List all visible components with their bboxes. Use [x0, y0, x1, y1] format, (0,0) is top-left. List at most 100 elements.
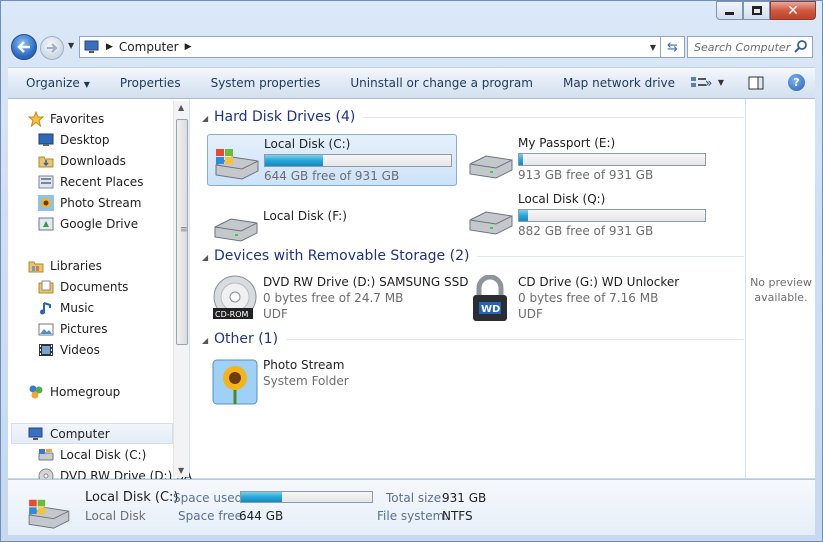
no-preview-text: No preview available. [750, 276, 812, 304]
nav-desktop[interactable]: Desktop [38, 129, 110, 150]
svg-text:WD: WD [481, 304, 500, 315]
close-icon: ✕ [787, 2, 799, 19]
collapse-hard-disks-icon[interactable]: ◢ [202, 114, 208, 123]
group-header-other[interactable]: Other (1) [214, 331, 744, 347]
nav-local-disk-c[interactable]: Local Disk (C:) [38, 444, 146, 465]
back-button[interactable] [11, 34, 37, 60]
address-history-dropdown[interactable]: ▼ [650, 43, 656, 52]
minimize-icon [725, 12, 734, 15]
photo-stream-type: System Folder [263, 374, 349, 388]
group-other-label: Other (1) [214, 331, 279, 347]
map-network-drive-button[interactable]: Map network drive [548, 76, 690, 90]
nav-downloads[interactable]: Downloads [38, 150, 126, 171]
nav-desktop-label: Desktop [60, 132, 110, 147]
details-file-system-label: File system: [377, 509, 449, 523]
hard-drive-icon [38, 447, 54, 463]
organize-button[interactable]: Organize ▼ [8, 76, 105, 90]
preview-pane-icon[interactable] [748, 76, 764, 90]
nav-computer[interactable]: Computer [11, 423, 173, 444]
nav-homegroup[interactable]: Homegroup [28, 381, 120, 402]
drive-f-name: Local Disk (F:) [263, 209, 347, 223]
nav-documents-label: Documents [60, 279, 129, 294]
search-icon[interactable] [794, 39, 808, 53]
item-photo-stream[interactable]: Photo Stream System Folder [207, 356, 457, 412]
nav-pictures[interactable]: Pictures [38, 318, 108, 339]
nav-favorites[interactable]: Favorites [28, 108, 104, 129]
nav-libraries-label: Libraries [50, 258, 102, 273]
cd-rom-icon: CD-ROM [213, 275, 257, 319]
nav-music[interactable]: Music [38, 297, 94, 318]
nav-recent-places[interactable]: Recent Places [38, 171, 143, 192]
address-bar[interactable]: ▶ Computer ▶ ▼ [79, 36, 661, 58]
refresh-button[interactable]: ⇆ [661, 36, 685, 58]
drive-cd-g[interactable]: WD CD Drive (G:) WD Unlocker 0 bytes fre… [462, 273, 712, 329]
organize-label: Organize [26, 76, 80, 90]
close-button[interactable]: ✕ [770, 1, 816, 20]
breadcrumb-computer[interactable]: Computer [119, 40, 179, 54]
hard-drive-icon [469, 155, 513, 179]
breadcrumb-separator-icon[interactable]: ▶ [106, 42, 113, 52]
details-drive-type: Local Disk [85, 509, 146, 523]
minimize-button[interactable] [716, 1, 743, 20]
group-header-hard-disks[interactable]: Hard Disk Drives (4) [214, 109, 744, 125]
film-strip-icon [38, 342, 54, 358]
search-box[interactable] [687, 36, 813, 58]
navigation-pane: Favorites Desktop Downloads Recent Place… [8, 99, 192, 483]
help-button[interactable]: ? [788, 74, 805, 91]
drive-my-passport-e[interactable]: My Passport (E:) 913 GB free of 931 GB [462, 134, 712, 186]
details-usage-bar [240, 491, 373, 503]
drive-d-name: DVD RW Drive (D:) SAMSUNG SSD [263, 275, 469, 289]
maximize-button[interactable] [743, 1, 770, 20]
properties-button[interactable]: Properties [105, 76, 196, 90]
group-removable-label: Devices with Removable Storage (2) [214, 248, 470, 264]
desktop-icon [38, 132, 54, 148]
details-space-free-value: 644 GB [239, 509, 284, 523]
recent-pages-dropdown[interactable]: ▼ [68, 41, 74, 50]
drive-q-name: Local Disk (Q:) [518, 192, 606, 206]
scroll-up-icon[interactable]: ▲ [178, 103, 184, 112]
drive-dvd-d[interactable]: CD-ROM DVD RW Drive (D:) SAMSUNG SSD 0 b… [207, 273, 468, 329]
lock-icon: WD [473, 275, 507, 321]
drive-c-name: Local Disk (C:) [264, 137, 351, 151]
group-header-removable[interactable]: Devices with Removable Storage (2) [214, 248, 744, 264]
details-total-size-value: 931 GB [442, 491, 487, 505]
command-bar: Organize ▼ Properties System properties U… [8, 67, 815, 99]
explorer-window: ✕ ▼ ▶ Computer ▶ ▼ ⇆ Organize▼ P [0, 0, 823, 542]
google-drive-icon [38, 216, 54, 232]
chevron-down-icon: ▼ [83, 80, 90, 89]
change-view-icon[interactable] [690, 76, 708, 90]
star-icon [28, 110, 44, 127]
forward-arrow-icon [47, 43, 58, 53]
scroll-down-icon[interactable]: ▼ [178, 466, 184, 475]
nav-documents[interactable]: Documents [38, 276, 128, 297]
nav-google-drive[interactable]: Google Drive [38, 213, 138, 234]
collapse-other-icon[interactable]: ◢ [202, 336, 208, 345]
drive-local-disk-q[interactable]: Local Disk (Q:) 882 GB free of 931 GB [462, 190, 712, 242]
drive-local-disk-c[interactable]: Local Disk (C:) 644 GB free of 931 GB [207, 134, 457, 186]
windows-hard-drive-icon [28, 499, 70, 529]
view-options-dropdown[interactable]: ▼ [718, 78, 724, 87]
navigation-scrollbar[interactable]: ▲ ▼ [173, 101, 189, 477]
search-input[interactable] [694, 40, 794, 54]
details-total-size-label: Total size: [386, 491, 446, 505]
pane-resize-grip-icon[interactable]: ≡ [180, 225, 188, 235]
forward-button[interactable] [40, 36, 64, 60]
drive-c-usage-bar [264, 154, 452, 167]
music-note-icon [38, 300, 54, 316]
libraries-icon [28, 258, 44, 274]
view-controls: ▼ ? [690, 74, 805, 91]
windows-hard-drive-icon [215, 149, 259, 180]
nav-photo-stream[interactable]: Photo Stream [38, 192, 141, 213]
system-properties-button[interactable]: System properties [196, 76, 336, 90]
nav-videos[interactable]: Videos [38, 339, 100, 360]
sunflower-icon [212, 359, 258, 405]
collapse-removable-icon[interactable]: ◢ [202, 253, 208, 262]
computer-icon [84, 40, 99, 53]
sunflower-icon [38, 194, 54, 211]
breadcrumb-chevron-icon[interactable]: ▶ [185, 42, 192, 52]
drive-e-name: My Passport (E:) [518, 136, 616, 150]
pictures-icon [38, 321, 54, 337]
uninstall-program-button[interactable]: Uninstall or change a program [335, 76, 548, 90]
nav-libraries[interactable]: Libraries [28, 255, 102, 276]
documents-icon [38, 279, 54, 295]
